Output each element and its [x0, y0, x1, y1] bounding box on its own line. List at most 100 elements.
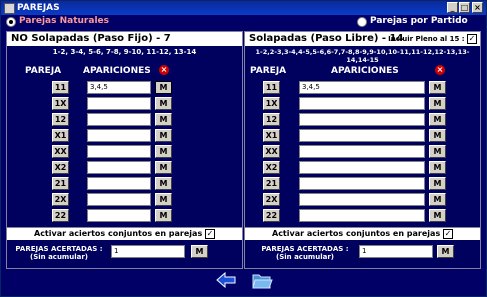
apariciones-field[interactable]: [87, 193, 151, 206]
table-row: 11 3,4,5 M: [245, 81, 480, 95]
table-row: 12 M: [7, 113, 242, 127]
activar-label: Activar aciertos conjuntos en parejas: [272, 229, 441, 238]
apariciones-field[interactable]: [87, 161, 151, 174]
m-button[interactable]: M: [155, 193, 172, 206]
pair-button[interactable]: 12: [52, 113, 69, 126]
pair-button[interactable]: X1: [263, 129, 280, 142]
m-button[interactable]: M: [429, 161, 446, 174]
pair-button[interactable]: XX: [52, 145, 69, 158]
apariciones-field[interactable]: [299, 209, 425, 222]
back-arrow-icon[interactable]: [215, 271, 237, 292]
m-button[interactable]: M: [429, 145, 446, 158]
delete-x-icon[interactable]: ×: [435, 65, 445, 75]
m-button[interactable]: M: [155, 145, 172, 158]
apariciones-field[interactable]: 3,4,5: [299, 81, 425, 94]
apariciones-field[interactable]: [299, 193, 425, 206]
apariciones-field[interactable]: [87, 145, 151, 158]
pair-button[interactable]: X2: [263, 161, 280, 174]
m-button[interactable]: M: [155, 177, 172, 190]
minimize-button[interactable]: _: [447, 2, 458, 13]
column-pareja: PAREJA: [25, 66, 62, 76]
label-parejas-partido[interactable]: Parejas por Partido: [370, 16, 468, 26]
delete-x-icon[interactable]: ×: [159, 65, 169, 75]
m-button[interactable]: M: [429, 81, 446, 94]
m-button[interactable]: M: [155, 161, 172, 174]
pair-button[interactable]: 22: [263, 209, 280, 222]
pair-button[interactable]: X2: [52, 161, 69, 174]
apariciones-field[interactable]: [299, 129, 425, 142]
open-folder-icon[interactable]: [251, 271, 273, 295]
maximize-button[interactable]: □: [459, 2, 470, 13]
label-parejas-naturales[interactable]: Parejas Naturales: [19, 16, 109, 26]
pair-button[interactable]: 22: [52, 209, 69, 222]
panel-solapadas: Solapadas (Paso Libre) - 14 Incluir Plen…: [244, 31, 481, 241]
m-button[interactable]: M: [155, 81, 172, 94]
table-row: 21 M: [7, 177, 242, 191]
apariciones-field[interactable]: [299, 97, 425, 110]
pair-button[interactable]: 21: [52, 177, 69, 190]
pair-button[interactable]: 1X: [263, 97, 280, 110]
table-row: 2X M: [7, 193, 242, 207]
window-title: PAREJAS: [17, 3, 60, 13]
radio-parejas-partido[interactable]: [357, 17, 367, 27]
m-button[interactable]: M: [155, 113, 172, 126]
acertadas-m-button[interactable]: M: [191, 245, 208, 258]
table-row: 12 M: [245, 113, 480, 127]
apariciones-field[interactable]: [87, 209, 151, 222]
mode-bar: Parejas Naturales Parejas por Partido: [1, 15, 486, 31]
pair-button[interactable]: XX: [263, 145, 280, 158]
apariciones-field[interactable]: [87, 129, 151, 142]
acertadas-label: PAREJAS ACERTADAS :: [15, 245, 103, 253]
table-row: X2 M: [7, 161, 242, 175]
close-button[interactable]: ×: [472, 2, 483, 13]
activar-checkbox[interactable]: ✓: [443, 228, 453, 239]
apariciones-field[interactable]: [87, 177, 151, 190]
pair-button[interactable]: 2X: [263, 193, 280, 206]
incluir-pleno-label: Incluir Pleno al 15 :: [388, 35, 465, 43]
acertadas-label-block: PAREJAS ACERTADAS : (Sin acumular): [13, 245, 105, 261]
panel-title: Solapadas (Paso Libre) - 14 Incluir Plen…: [245, 32, 480, 46]
apariciones-field[interactable]: 3,4,5: [87, 81, 151, 94]
m-button[interactable]: M: [429, 129, 446, 142]
pair-button[interactable]: 11: [263, 81, 280, 94]
acertadas-field[interactable]: 1: [359, 245, 433, 258]
pair-button[interactable]: 1X: [52, 97, 69, 110]
pair-button[interactable]: 21: [263, 177, 280, 190]
table-row: 22 M: [7, 209, 242, 223]
m-button[interactable]: M: [429, 113, 446, 126]
apariciones-field[interactable]: [299, 161, 425, 174]
panel-no-solapadas: NO Solapadas (Paso Fijo) - 7 1-2, 3-4, 5…: [6, 31, 243, 241]
m-button[interactable]: M: [155, 129, 172, 142]
window: PAREJAS _ □ × Parejas Naturales Parejas …: [0, 0, 487, 297]
apariciones-field[interactable]: [299, 145, 425, 158]
pair-button[interactable]: 11: [52, 81, 69, 94]
column-apariciones: APARICIONES: [83, 66, 151, 76]
apariciones-field[interactable]: [87, 113, 151, 126]
m-button[interactable]: M: [155, 209, 172, 222]
apariciones-field[interactable]: [299, 113, 425, 126]
table-row: XX M: [245, 145, 480, 159]
pair-button[interactable]: X1: [52, 129, 69, 142]
m-button[interactable]: M: [429, 209, 446, 222]
column-pareja: PAREJA: [250, 66, 287, 76]
activar-row: Activar aciertos conjuntos en parejas ✓: [7, 228, 242, 240]
activar-checkbox[interactable]: ✓: [205, 228, 215, 239]
acertadas-label: PAREJAS ACERTADAS :: [261, 245, 349, 253]
apariciones-field[interactable]: [87, 97, 151, 110]
apariciones-field[interactable]: [299, 177, 425, 190]
incluir-pleno-checkbox[interactable]: ✓: [467, 34, 477, 44]
acertadas-field[interactable]: 1: [111, 245, 185, 258]
radio-parejas-naturales[interactable]: [6, 17, 16, 27]
m-button[interactable]: M: [155, 97, 172, 110]
acertadas-m-button[interactable]: M: [437, 245, 454, 258]
pair-button[interactable]: 12: [263, 113, 280, 126]
acertadas-label-block: PAREJAS ACERTADAS : (Sin acumular): [255, 245, 355, 261]
app-icon: [4, 3, 15, 14]
m-button[interactable]: M: [429, 177, 446, 190]
panel-title-text: Solapadas (Paso Libre) - 14: [249, 33, 404, 44]
m-button[interactable]: M: [429, 97, 446, 110]
table-row: 22 M: [245, 209, 480, 223]
m-button[interactable]: M: [429, 193, 446, 206]
pair-button[interactable]: 2X: [52, 193, 69, 206]
table-row: X1 M: [7, 129, 242, 143]
